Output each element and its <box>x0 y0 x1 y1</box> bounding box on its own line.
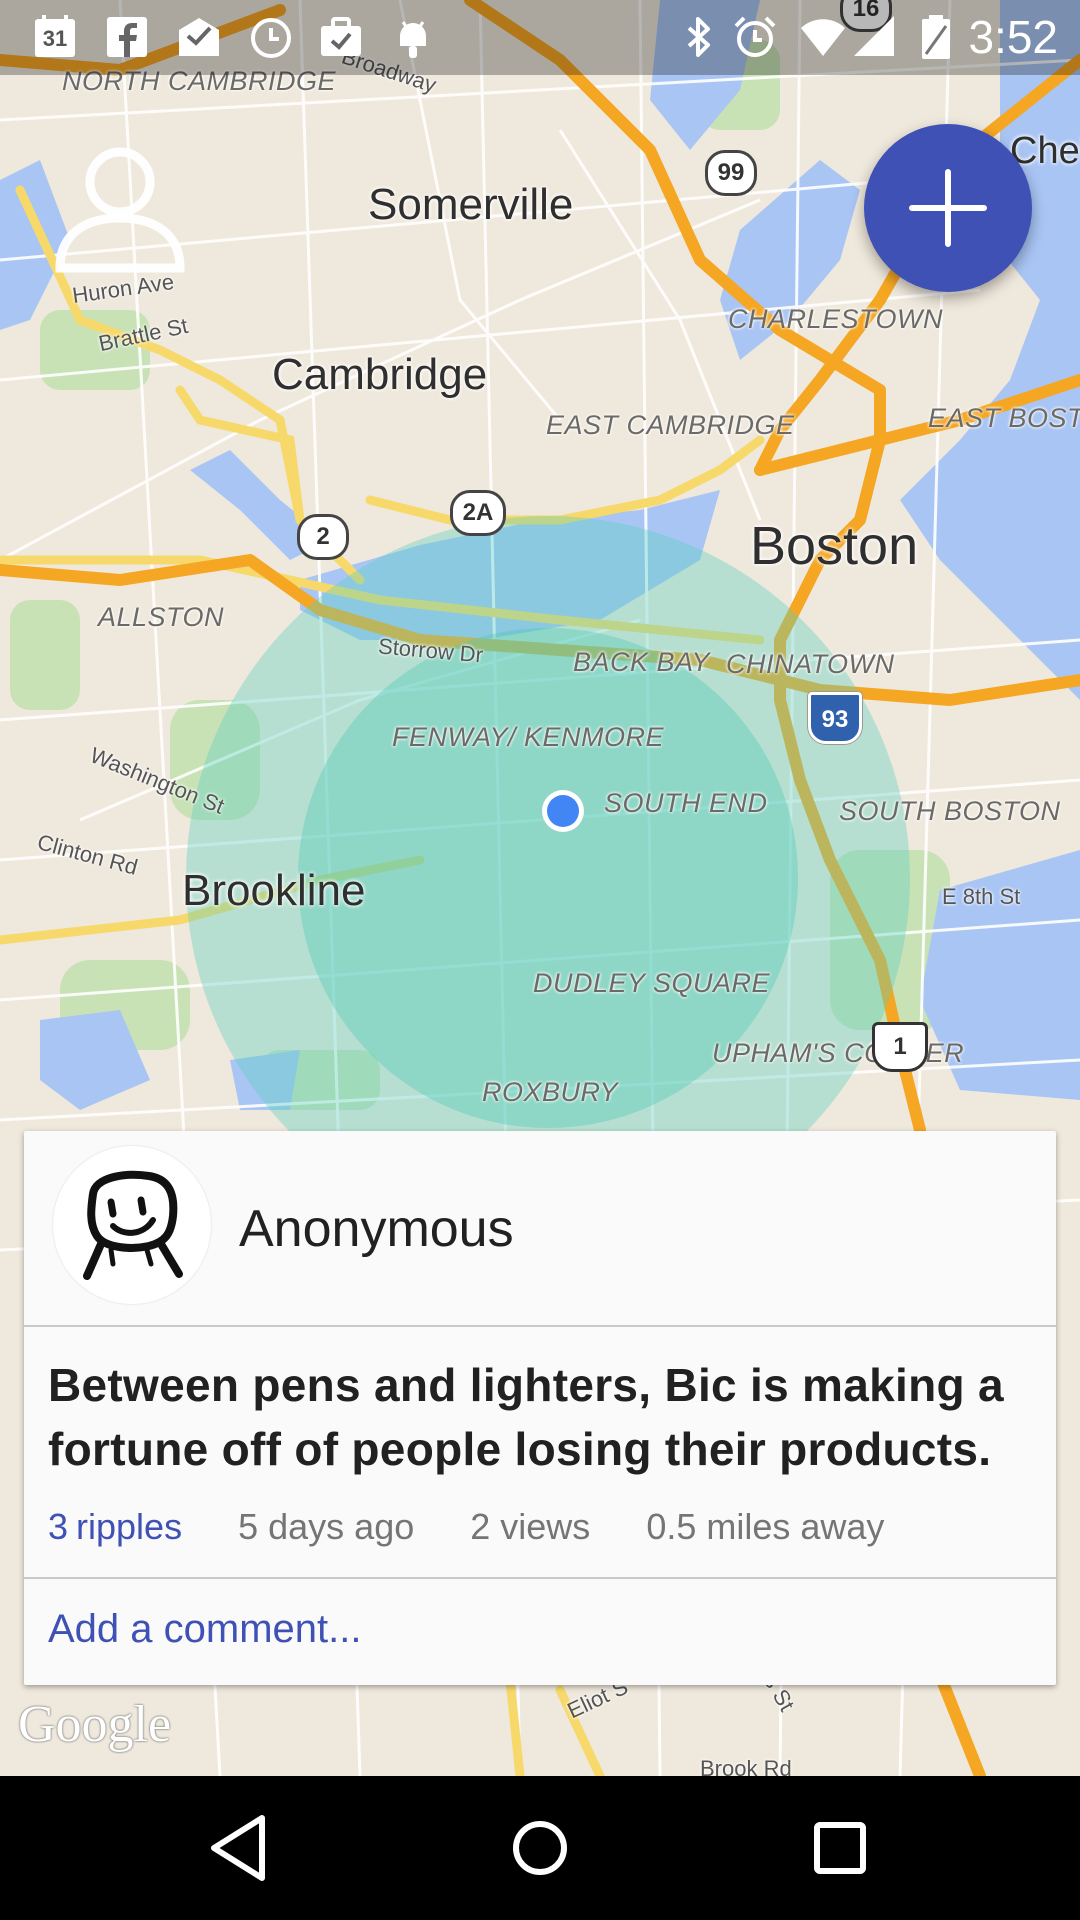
interstate-shield: 93 <box>808 692 862 744</box>
map-label-city: Boston <box>750 516 919 576</box>
post-meta: 3 ripples 5 days ago 2 views 0.5 miles aw… <box>48 1506 930 1548</box>
status-bar: 31 3:52 <box>0 0 1080 75</box>
navigation-bar <box>0 1776 1080 1920</box>
home-icon[interactable] <box>500 1808 580 1888</box>
post-distance: 0.5 miles away <box>646 1506 885 1547</box>
map-label-area: EAST CAMBRIDGE <box>546 410 795 440</box>
map-label-area: SOUTH END <box>604 788 768 818</box>
add-post-button[interactable] <box>864 124 1032 292</box>
bluetooth-icon <box>676 14 722 60</box>
map-label-area: DUDLEY SQUARE <box>533 968 771 998</box>
map-label-city: Brookline <box>182 866 366 915</box>
map-label-area: ALLSTON <box>98 602 225 632</box>
mail-icon <box>176 14 222 60</box>
route-shield: 99 <box>705 150 757 196</box>
map-label-area: FENWAY/ KENMORE <box>392 722 665 752</box>
android-icon <box>390 14 436 60</box>
profile-button[interactable] <box>52 140 192 280</box>
clock-icon <box>248 14 294 60</box>
map-label-area: UPHAM'S CORNER <box>712 1038 965 1068</box>
recents-icon[interactable] <box>800 1808 880 1888</box>
facebook-icon <box>104 14 150 60</box>
battery-icon <box>916 14 956 60</box>
divider <box>24 1577 1056 1579</box>
route-shield: 2A <box>450 490 506 536</box>
post-age: 5 days ago <box>238 1506 415 1547</box>
map-label-area: EAST BOSTO <box>928 403 1080 433</box>
map-label-area: SOUTH BOSTON <box>839 796 1061 826</box>
briefcase-icon <box>318 14 364 60</box>
plus-icon <box>909 169 987 247</box>
ripples-link[interactable]: 3 ripples <box>48 1506 182 1547</box>
route-shield: 2 <box>297 514 349 560</box>
calendar-icon: 31 <box>32 14 78 60</box>
post-card[interactable]: Anonymous Between pens and lighters, Bic… <box>24 1131 1056 1685</box>
map-label-area: BACK BAY <box>573 647 711 677</box>
google-logo: Google <box>18 1696 172 1753</box>
map-label-city: Cambridge <box>272 350 488 399</box>
author-name: Anonymous <box>239 1200 514 1258</box>
post-text: Between pens and lighters, Bic is making… <box>48 1359 1004 1475</box>
map-label-area: CHINATOWN <box>726 649 895 679</box>
avatar[interactable] <box>53 1146 211 1304</box>
ripples-count: 3 <box>48 1506 69 1547</box>
smiley-avatar-icon <box>83 1170 183 1280</box>
calendar-day: 31 <box>42 26 68 51</box>
post-header: Anonymous <box>24 1131 1056 1327</box>
map-label-area: ROXBURY <box>482 1077 619 1107</box>
status-time: 3:52 <box>968 11 1058 63</box>
map-label-street: Brook Rd <box>700 1756 792 1776</box>
signal-icon <box>852 14 898 60</box>
map-label-area: CHARLESTOWN <box>728 304 944 334</box>
alarm-icon <box>732 14 778 60</box>
map-label-city: Somerville <box>368 180 574 229</box>
us-route-shield: 1 <box>872 1022 928 1072</box>
add-comment-field[interactable]: Add a comment... <box>48 1607 361 1652</box>
person-icon <box>55 147 185 273</box>
back-icon[interactable] <box>200 1808 280 1888</box>
post-views: 2 views <box>470 1506 591 1547</box>
map-label-street: E 8th St <box>942 884 1021 909</box>
ripples-label: ripples <box>76 1506 183 1547</box>
wifi-icon <box>800 14 846 60</box>
